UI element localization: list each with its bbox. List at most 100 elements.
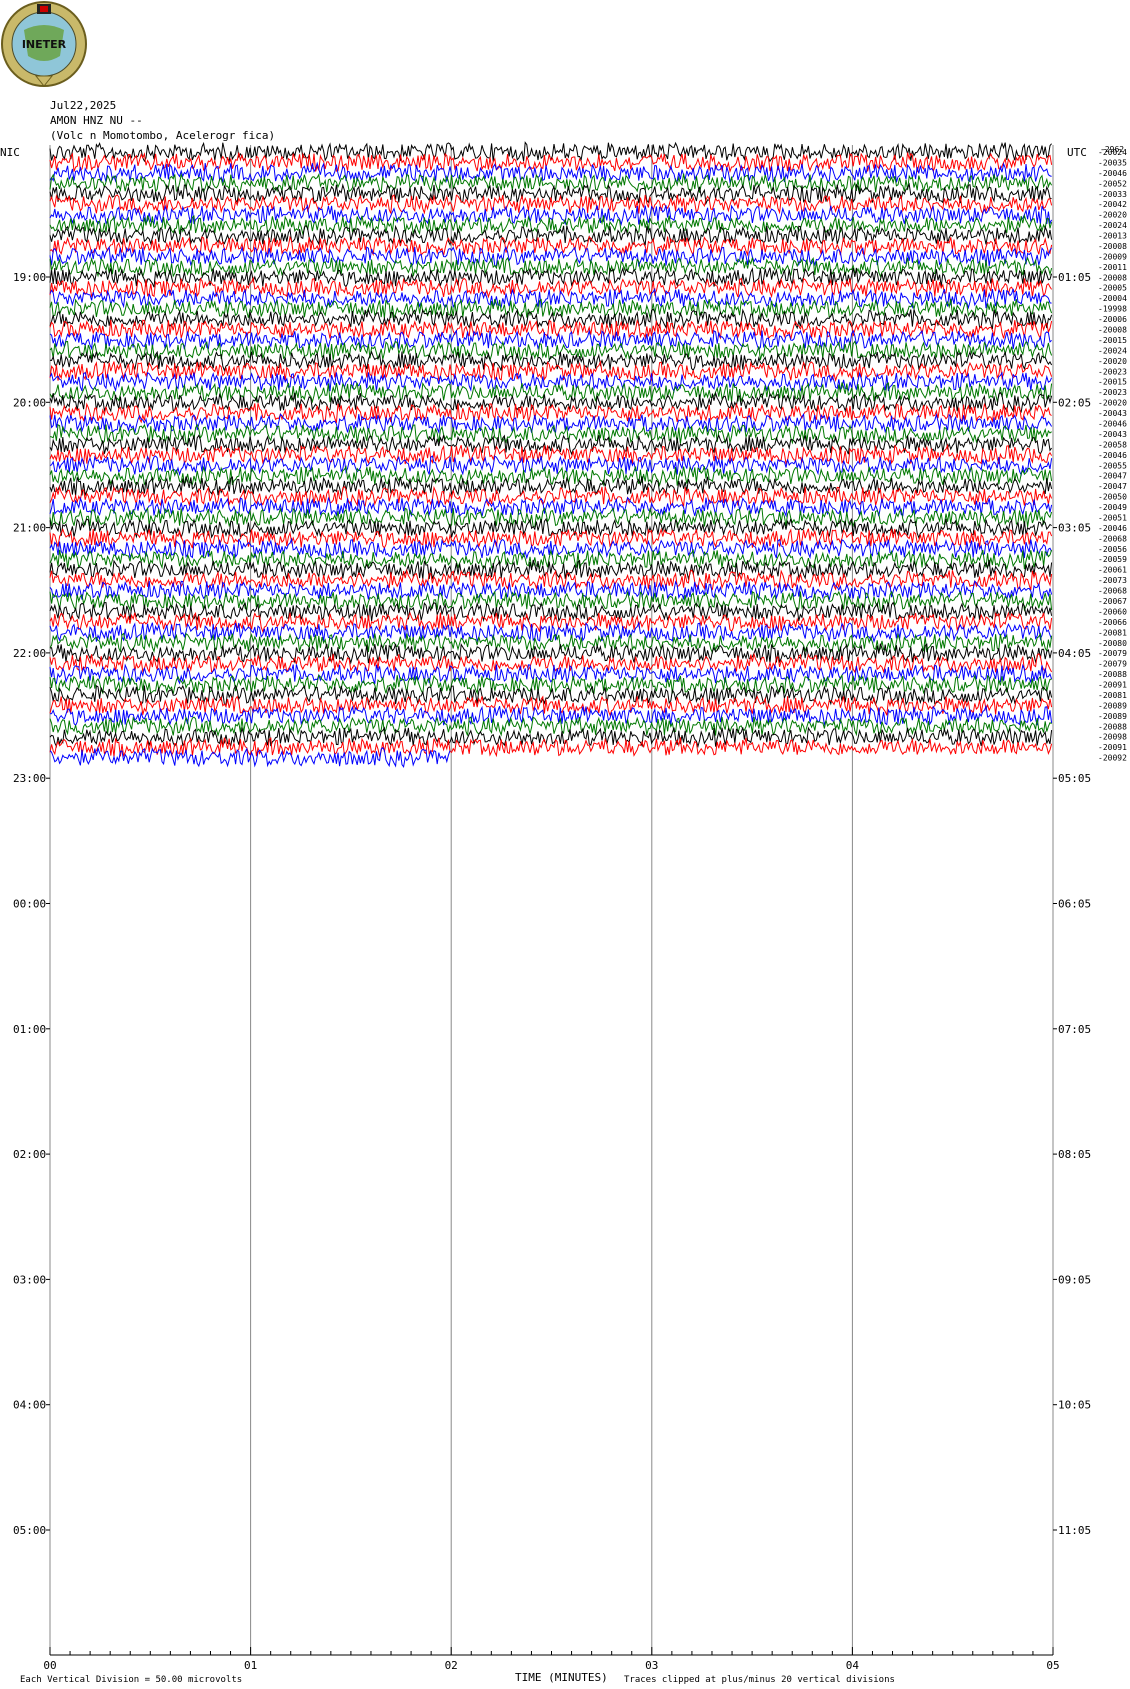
trace-row [49,537,1053,560]
trace-offset-label: -20046 [1098,524,1127,533]
trace-offset-label: -20089 [1098,701,1127,710]
right-hour-label: 07:05 [1058,1023,1091,1036]
footer-vertical-division: Each Vertical Division = 50.00 microvolt… [20,1675,242,1685]
x-axis: 00 01 02 03 04 05 [43,1647,1060,1672]
trace-offset-label: -20068 [1098,587,1127,596]
trace-offset-label: -20020 [1098,211,1127,220]
trace-offsets: -20024-20035-20046-20052-20033-20042-200… [1098,148,1127,763]
x-tick-label: 04 [846,1659,860,1672]
trace-row [49,350,1053,372]
trace-offset-label: -20035 [1098,158,1127,167]
left-hour-label: 05:00 [13,1524,46,1537]
trace-offset-label: -20067 [1098,597,1127,606]
trace-offset-label: -20043 [1098,409,1127,418]
trace-offset-label: -20020 [1098,357,1127,366]
trace-offset-label: -20060 [1098,607,1127,616]
trace-offset-label: -20015 [1098,336,1127,345]
trace-row [49,652,1053,674]
trace-offset-label: -20013 [1098,232,1127,241]
trace-offset-label: -20046 [1098,451,1127,460]
trace-offset-label: -20008 [1098,242,1127,251]
trace-offset-label: -20098 [1098,733,1127,742]
trace-row [49,172,1053,194]
trace-offset-label: -20024 [1098,346,1127,355]
right-hour-label: 10:05 [1058,1399,1091,1412]
trace-offset-label: -20047 [1098,482,1127,491]
left-hour-label: 21:00 [13,522,46,535]
left-hour-label: 19:00 [13,271,46,284]
trace-offset-label: -20091 [1098,743,1127,752]
trace-offset-label: -20089 [1098,712,1127,721]
trace-offset-label: -20079 [1098,660,1127,669]
trace-offset-label: -20068 [1098,534,1127,543]
trace-offset-label: -20046 [1098,419,1127,428]
trace-offset-label: -20050 [1098,493,1127,502]
trace-offset-label: -20092 [1098,754,1127,763]
right-hour-label: 09:05 [1058,1273,1091,1286]
left-hour-label: 02:00 [13,1148,46,1161]
trace-offset-label: -20011 [1098,263,1127,272]
trace-offset-label: -20023 [1098,367,1127,376]
x-tick-label: 02 [445,1659,458,1672]
trace-offset-label: -20056 [1098,545,1127,554]
trace-offset-label: -20046 [1098,169,1127,178]
trace-offset-label: -19998 [1098,305,1127,314]
seismic-traces [49,141,1053,769]
left-hour-label: 04:00 [13,1399,46,1412]
trace-offset-label: -20020 [1098,399,1127,408]
right-hour-label: 08:05 [1058,1148,1091,1161]
trace-offset-label: -20033 [1098,190,1127,199]
hour-labels: 19:00 20:00 21:00 22:00 23:00 00:00 01:00 02:00… [13,271,1091,1537]
trace-offset-label: -20059 [1098,555,1127,564]
right-hour-label: 03:05 [1058,522,1091,535]
trace-offset-label: -20073 [1098,576,1127,585]
left-hour-label: 03:00 [13,1273,46,1286]
left-hour-label: 00:00 [13,898,46,911]
trace-offset-label: -20055 [1098,461,1127,470]
left-hour-label: 23:00 [13,772,46,785]
trace-row [49,412,1053,435]
trace-offset-label: -20023 [1098,388,1127,397]
trace-offset-label: -20088 [1098,722,1127,731]
x-tick-label: 00 [43,1659,56,1672]
trace-offset-label: -20009 [1098,252,1127,261]
trace-offset-label: -20081 [1098,691,1127,700]
right-hour-label: 04:05 [1058,647,1091,660]
x-tick-label: 03 [645,1659,658,1672]
x-tick-label: 05 [1046,1659,1059,1672]
helicorder-plot: 19:00 20:00 21:00 22:00 23:00 00:00 01:00 02:00… [0,141,1127,1685]
left-hour-label: 01:00 [13,1023,46,1036]
trace-offset-label: -20024 [1098,221,1127,230]
trace-offset-label: -20091 [1098,681,1127,690]
trace-offset-label: -20043 [1098,430,1127,439]
right-hour-label: 11:05 [1058,1524,1091,1537]
trace-offset-label: -20079 [1098,649,1127,658]
x-tick-label: 01 [244,1659,257,1672]
right-hour-label: 06:05 [1058,898,1091,911]
trace-row [49,506,1053,529]
trace-offset-label: -20042 [1098,200,1127,209]
trace-offset-label: -20080 [1098,639,1127,648]
left-timezone-label: NIC [0,146,20,159]
footer-clip-note: Traces clipped at plus/minus 20 vertical… [624,1675,895,1685]
trace-offset-label: -20015 [1098,378,1127,387]
right-hour-label: 05:05 [1058,772,1091,785]
trace-offset-label: -20066 [1098,618,1127,627]
right-hour-label: 01:05 [1058,271,1091,284]
trace-offset-label: -20004 [1098,294,1127,303]
trace-offset-label: -20088 [1098,670,1127,679]
trace-offset-label: -20052 [1098,179,1127,188]
right-timezone-label: UTC [1067,146,1087,159]
first-offset-label: -2962 [1100,145,1124,154]
trace-offset-label: -20058 [1098,440,1127,449]
trace-offset-label: -20008 [1098,326,1127,335]
left-hour-label: 22:00 [13,647,46,660]
x-axis-title: TIME (MINUTES) [515,1671,608,1684]
trace-offset-label: -20081 [1098,628,1127,637]
trace-offset-label: -20049 [1098,503,1127,512]
trace-offset-label: -20061 [1098,566,1127,575]
trace-offset-label: -20047 [1098,472,1127,481]
trace-offset-label: -20008 [1098,273,1127,282]
trace-offset-label: -20051 [1098,513,1127,522]
trace-offset-label: -20006 [1098,315,1127,324]
